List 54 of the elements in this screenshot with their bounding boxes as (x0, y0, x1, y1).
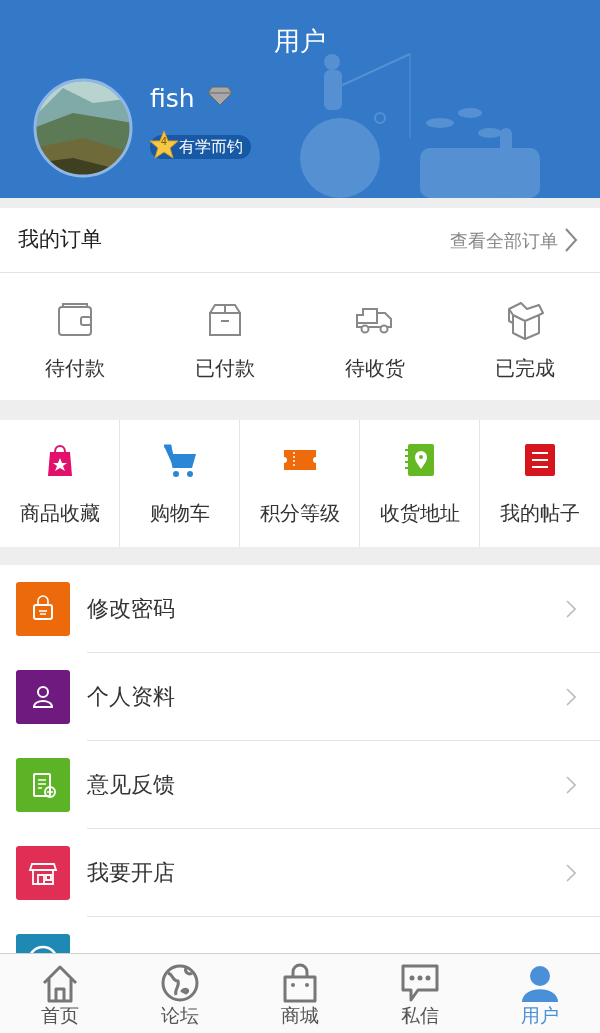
order-status-item[interactable]: 待收货 (300, 273, 450, 400)
menu-row[interactable]: 修改密码 (0, 565, 600, 653)
shortcut-label: 积分等级 (259, 500, 340, 527)
home-icon (40, 963, 80, 1003)
section-title: 我的订单 (18, 226, 102, 254)
menu-label: 意见反馈 (87, 771, 175, 799)
menu-label: 修改密码 (87, 595, 175, 623)
nav-tab[interactable]: 首页 (0, 954, 120, 1033)
chevron-right-icon (564, 227, 578, 253)
order-status-item[interactable]: 已付款 (150, 273, 300, 400)
tab-label: 首页 (41, 1003, 79, 1027)
order-status-item[interactable]: 已完成 (450, 273, 600, 400)
tab-label: 用户 (521, 1003, 559, 1027)
menu-row[interactable]: 个人资料 (0, 653, 600, 741)
menu-label: 我要开店 (87, 859, 175, 887)
tab-label: 论坛 (161, 1003, 199, 1027)
chevron-right-icon (566, 863, 576, 882)
star-icon (149, 130, 179, 160)
openbox-icon (505, 301, 545, 341)
status-label: 已完成 (495, 355, 555, 382)
shortcut-item[interactable]: 我的帖子 (480, 420, 600, 547)
nav-tab[interactable]: 论坛 (120, 954, 240, 1033)
username: fish (150, 83, 195, 115)
menu-row[interactable]: 我要开店 (0, 829, 600, 917)
shortcut-label: 我的帖子 (500, 500, 580, 527)
shortcut-label: 购物车 (149, 500, 210, 527)
chevron-right-icon (566, 775, 576, 794)
shortcut-label: 收货地址 (379, 500, 460, 527)
page-title: 用户 (273, 25, 327, 58)
chat-icon (400, 963, 440, 1003)
globe-icon (160, 963, 200, 1003)
tab-label: 私信 (401, 1003, 439, 1027)
user-icon (520, 963, 560, 1003)
level-title: 有学而钓 (179, 139, 243, 155)
status-label: 已付款 (195, 355, 255, 382)
status-label: 待付款 (45, 355, 105, 382)
level-number: 4 (159, 137, 169, 147)
chevron-right-icon (566, 687, 576, 706)
menu-label: 个人资料 (87, 683, 175, 711)
tab-label: 商城 (281, 1003, 319, 1027)
nav-tab[interactable]: 私信 (360, 954, 480, 1033)
gem-icon (207, 86, 233, 106)
status-label: 待收货 (345, 355, 405, 382)
chevron-right-icon (566, 599, 576, 618)
shortcut-item[interactable]: 商品收藏 (0, 420, 120, 547)
link-label: 查看全部订单 (450, 228, 558, 253)
shortcut-item[interactable]: 积分等级 (240, 420, 360, 547)
shortcut-item[interactable]: 收货地址 (360, 420, 480, 547)
view-all-orders-link[interactable]: 查看全部订单 (450, 226, 578, 254)
order-status-item[interactable]: 待付款 (0, 273, 150, 400)
shortcut-item[interactable]: 购物车 (120, 420, 240, 547)
menu-row[interactable]: 意见反馈 (0, 741, 600, 829)
shortcut-label: 商品收藏 (19, 500, 100, 527)
nav-tab[interactable]: 商城 (240, 954, 360, 1033)
